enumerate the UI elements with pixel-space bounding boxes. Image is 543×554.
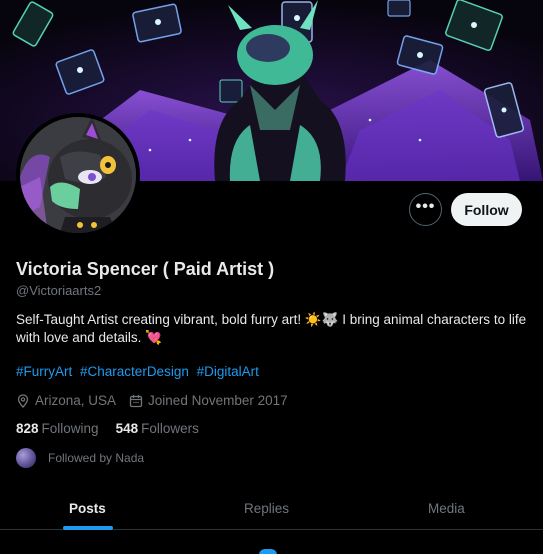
followers-count: 548 [115, 421, 139, 436]
profile-hashtags: #FurryArt #CharacterDesign #DigitalArt [16, 364, 263, 379]
more-options-button[interactable]: ••• [409, 193, 442, 226]
hashtag-link[interactable]: #CharacterDesign [80, 364, 189, 379]
loading-indicator [259, 549, 277, 554]
calendar-icon [129, 394, 143, 407]
profile-tabs: Posts Replies Media [0, 490, 543, 530]
following-link[interactable]: 828 Following [16, 421, 99, 436]
active-tab-indicator [63, 526, 113, 530]
following-count: 828 [16, 421, 39, 436]
location-pin-icon [17, 393, 29, 408]
followers-link[interactable]: 548 Followers [116, 421, 199, 436]
join-date: Joined November 2017 [129, 393, 288, 408]
follow-button[interactable]: Follow [451, 193, 522, 226]
tab-media[interactable]: Media [428, 501, 465, 516]
profile-bio: Self-Taught Artist creating vibrant, bol… [16, 312, 527, 345]
tab-posts[interactable]: Posts [69, 501, 106, 516]
follower-avatar [16, 448, 36, 468]
followed-by[interactable]: Followed by Nada [16, 448, 144, 468]
profile-meta: Arizona, USA Joined November 2017 [16, 393, 301, 408]
followers-label: Followers [141, 421, 199, 436]
location: Arizona, USA [16, 393, 116, 408]
follow-stats: 828 Following 548 Followers [16, 421, 216, 436]
profile-name: Victoria Spencer ( Paid Artist ) [16, 259, 275, 279]
hashtag-link[interactable]: #FurryArt [16, 364, 72, 379]
profile-handle: @Victoriaarts2 [16, 283, 102, 298]
join-date-text: Joined November 2017 [148, 393, 288, 408]
following-label: Following [41, 421, 99, 436]
followed-by-text: Followed by Nada [48, 451, 145, 465]
tab-replies[interactable]: Replies [244, 501, 289, 516]
more-options-icon: ••• [415, 197, 436, 215]
profile-avatar[interactable] [16, 113, 140, 237]
hashtag-link[interactable]: #DigitalArt [197, 364, 259, 379]
location-text: Arizona, USA [35, 393, 117, 408]
